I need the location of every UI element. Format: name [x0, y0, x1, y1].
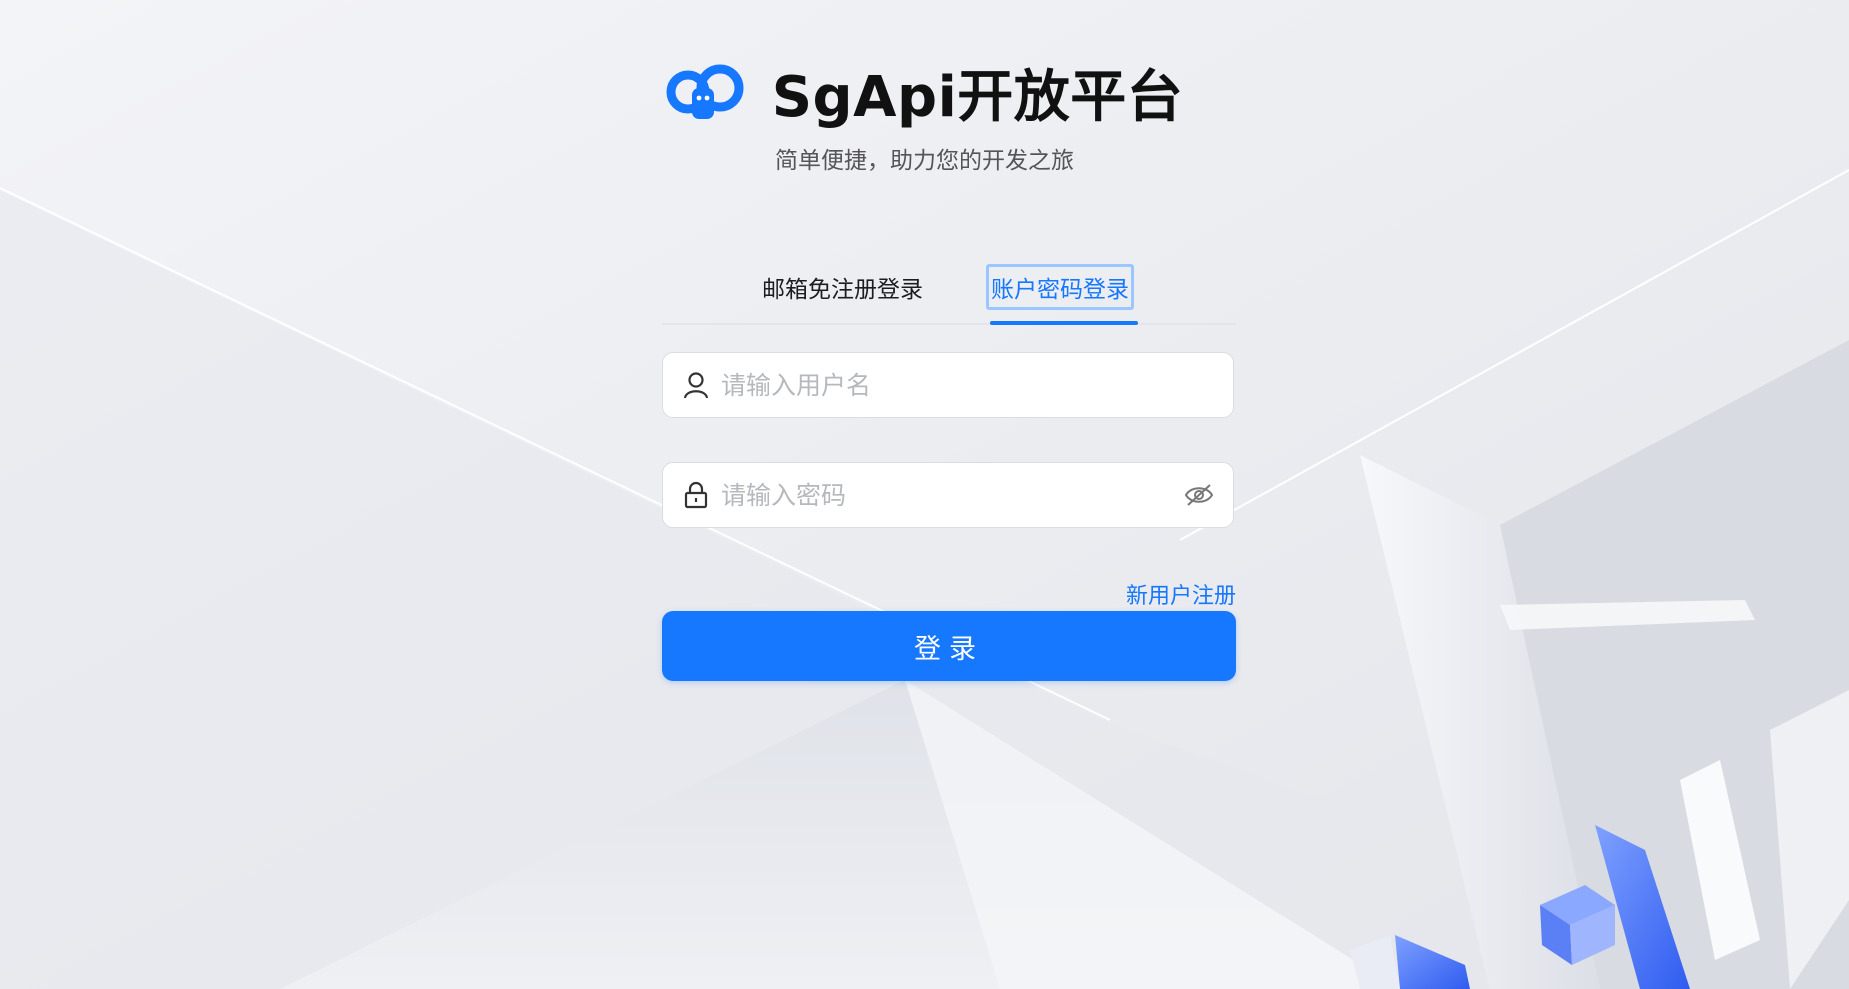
- header: SgApi开放平台 简单便捷，助力您的开发之旅: [0, 52, 1849, 175]
- cloud-logo-icon: [666, 64, 744, 119]
- user-icon: [681, 370, 711, 400]
- page-subtitle: 简单便捷，助力您的开发之旅: [775, 148, 1074, 174]
- brand: SgApi开放平台: [666, 52, 1184, 133]
- username-field: [662, 352, 1234, 418]
- password-input[interactable]: [721, 475, 1183, 515]
- active-tab-indicator: [990, 321, 1138, 325]
- page-title: SgApi开放平台: [771, 65, 1184, 130]
- login-button[interactable]: 登录: [662, 611, 1236, 681]
- register-link[interactable]: 新用户注册: [1126, 578, 1236, 610]
- password-field: [662, 462, 1234, 528]
- login-panel: 邮箱免注册登录 账户密码登录 新用: [662, 258, 1236, 681]
- tab-email-login[interactable]: 邮箱免注册登录: [762, 270, 923, 304]
- username-input[interactable]: [721, 365, 1233, 405]
- lock-icon: [681, 480, 711, 510]
- eye-off-icon[interactable]: [1183, 479, 1215, 511]
- login-tabs: 邮箱免注册登录 账户密码登录: [662, 258, 1236, 325]
- tab-password-login[interactable]: 账户密码登录: [986, 264, 1134, 310]
